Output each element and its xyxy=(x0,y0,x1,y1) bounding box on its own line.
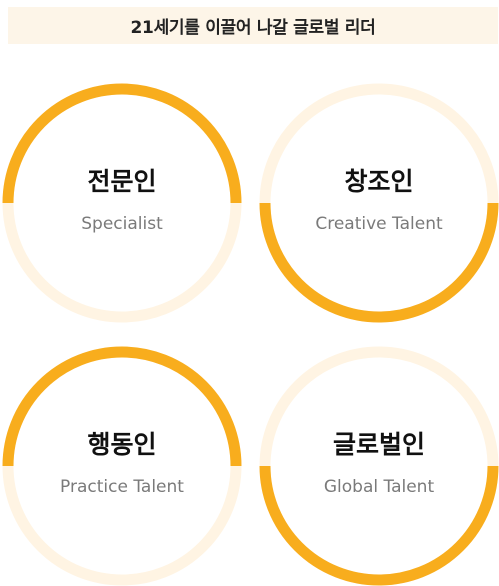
talent-title: 전문인 xyxy=(87,167,157,196)
talent-title: 창조인 xyxy=(344,167,414,196)
talent-card-creative: 창조인 Creative Talent xyxy=(259,83,499,323)
talent-title: 글로벌인 xyxy=(332,430,425,459)
talent-subtitle: Global Talent xyxy=(323,477,435,497)
talent-card-global: 글로벌인 Global Talent xyxy=(259,346,499,586)
header-banner: 21세기를 이끌어 나갈 글로벌 리더 xyxy=(8,7,498,44)
talent-card-specialist: 전문인 Specialist xyxy=(2,83,242,323)
talent-subtitle: Creative Talent xyxy=(315,214,443,234)
talent-subtitle: Specialist xyxy=(81,214,163,234)
talent-subtitle: Practice Talent xyxy=(60,477,184,497)
talent-title: 행동인 xyxy=(87,430,157,459)
talent-card-practice: 행동인 Practice Talent xyxy=(2,346,242,586)
header-title: 21세기를 이끌어 나갈 글로벌 리더 xyxy=(130,18,376,38)
